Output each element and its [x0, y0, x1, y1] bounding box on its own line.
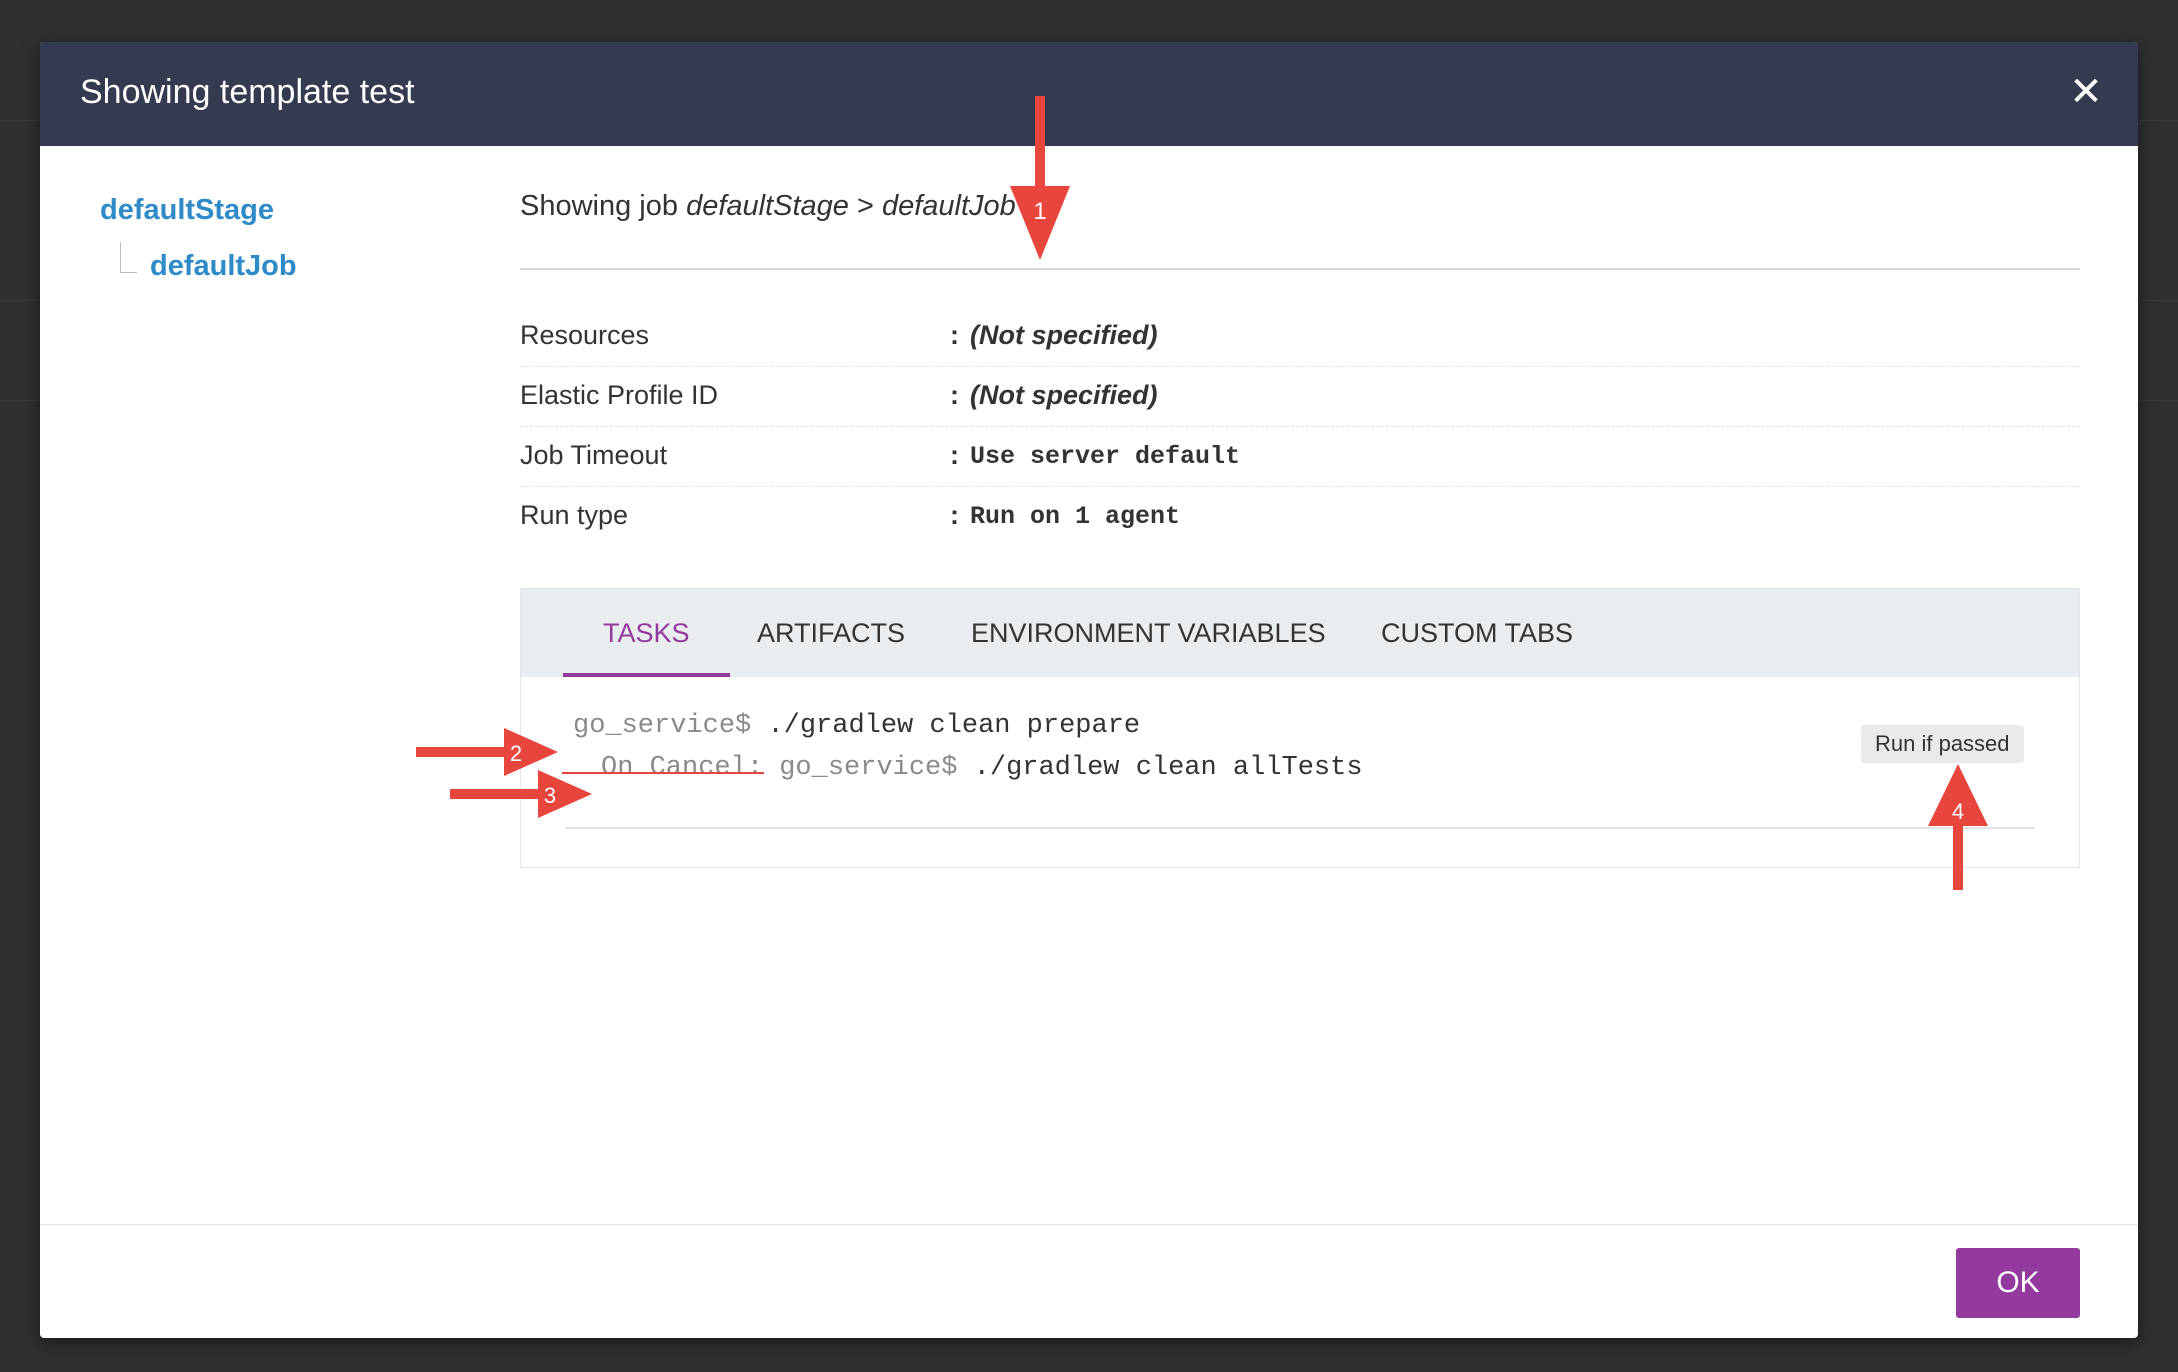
task-on-cancel-line: On Cancel: go_service$ ./gradlew clean a… — [601, 753, 1363, 783]
heading-divider — [520, 268, 2080, 270]
tab-artifacts[interactable]: ARTIFACTS — [757, 589, 905, 677]
job-tabs-panel: TASKS ARTIFACTS ENVIRONMENT VARIABLES CU… — [520, 588, 2080, 868]
tree-item-stage[interactable]: defaultStage — [100, 194, 274, 227]
on-cancel-command: ./gradlew clean allTests — [973, 753, 1363, 783]
tab-custom-tabs[interactable]: CUSTOM TABS — [1381, 589, 1573, 677]
property-colon: : — [950, 440, 959, 470]
annotation-arrow-3: 3 — [450, 770, 592, 818]
task-command: ./gradlew clean prepare — [767, 711, 1141, 741]
annotation-arrow-1: 1 — [1010, 96, 1070, 260]
task-prompt: go_service$ — [573, 711, 752, 741]
property-row-run-type: Run type : Run on 1 agent — [520, 486, 2080, 546]
job-heading: Showing job defaultStage > defaultJob — [520, 190, 1016, 223]
ok-button[interactable]: OK — [1956, 1248, 2080, 1318]
on-cancel-prompt: go_service$ — [779, 753, 958, 783]
on-cancel-label: On Cancel: — [601, 753, 764, 783]
property-value: Use server default — [970, 442, 1241, 471]
property-label: Run type — [520, 500, 629, 530]
property-value: Run on 1 agent — [970, 502, 1181, 531]
job-heading-stage: defaultStage — [686, 190, 849, 222]
annotation-number-4: 4 — [1952, 799, 1964, 824]
task-command-line: go_service$ ./gradlew clean prepare — [573, 711, 1140, 741]
task-divider — [565, 827, 2035, 829]
tab-tasks[interactable]: TASKS — [563, 589, 730, 677]
property-label: Resources — [520, 320, 650, 350]
property-row-job-timeout: Job Timeout : Use server default — [520, 426, 2080, 487]
property-colon: : — [950, 320, 959, 350]
tree-connector — [120, 242, 137, 273]
property-colon: : — [950, 500, 959, 530]
job-heading-job: defaultJob — [881, 190, 1016, 222]
tab-environment-variables[interactable]: ENVIRONMENT VARIABLES — [971, 589, 1326, 677]
job-heading-separator: > — [856, 190, 874, 222]
property-value: (Not specified) — [970, 380, 1158, 410]
footer-divider — [40, 1224, 2138, 1225]
property-row-resources: Resources : (Not specified) — [520, 306, 2080, 367]
run-condition-badge: Run if passed — [1861, 725, 2024, 763]
template-modal: Showing template test ✕ defaultStage def… — [40, 42, 2138, 1338]
property-colon: : — [950, 380, 959, 410]
annotation-arrow-4: 4 — [1928, 764, 1988, 890]
close-icon[interactable]: ✕ — [2066, 72, 2106, 112]
tab-bar: TASKS ARTIFACTS ENVIRONMENT VARIABLES CU… — [521, 589, 2079, 677]
annotation-number-1: 1 — [1033, 198, 1046, 225]
annotation-arrow-2: 2 — [416, 728, 558, 776]
job-heading-prefix: Showing job — [520, 190, 678, 222]
tree-item-job[interactable]: defaultJob — [150, 250, 297, 283]
annotation-number-2: 2 — [510, 741, 522, 766]
property-label: Elastic Profile ID — [520, 380, 719, 410]
property-label: Job Timeout — [520, 440, 668, 470]
property-row-elastic-profile: Elastic Profile ID : (Not specified) — [520, 366, 2080, 427]
modal-title: Showing template test — [80, 73, 415, 111]
property-value: (Not specified) — [970, 320, 1158, 350]
modal-header: Showing template test ✕ — [40, 42, 2138, 146]
annotation-number-3: 3 — [544, 783, 556, 808]
